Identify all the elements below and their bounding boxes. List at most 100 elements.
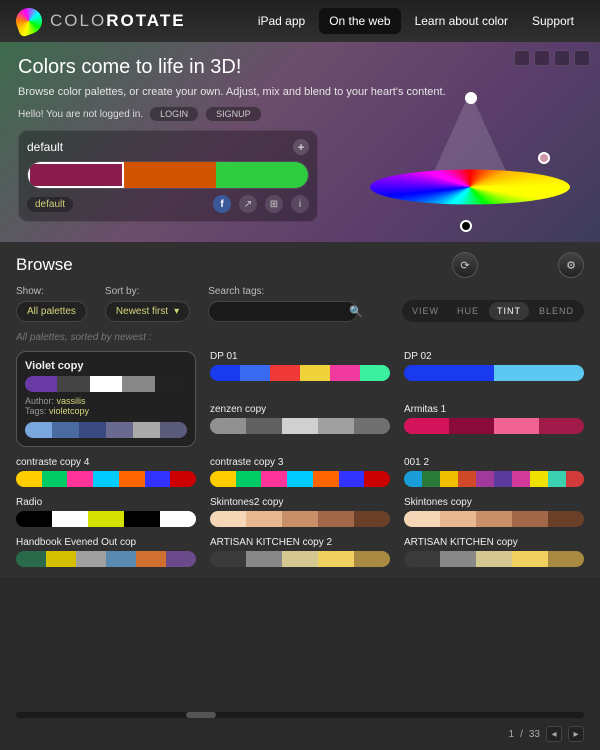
palette-name: contraste copy 4: [16, 457, 196, 468]
featured-palette[interactable]: Violet copyAuthor: vassilisTags: violetc…: [16, 351, 196, 447]
nav-learn[interactable]: Learn about color: [405, 8, 518, 34]
palette-card[interactable]: contraste copy 4: [16, 457, 196, 487]
palette-name: Violet copy: [25, 360, 187, 372]
palette-card[interactable]: DP 02: [404, 351, 584, 394]
page-current: 1: [509, 729, 515, 740]
contrast-icon[interactable]: [534, 50, 550, 66]
color-3d-visualization[interactable]: [360, 92, 580, 232]
palette-swatch[interactable]: [25, 422, 187, 438]
palette-name: default: [27, 140, 63, 154]
page-prev-button[interactable]: ◂: [546, 726, 562, 742]
browse-status: All palettes, sorted by newest :: [16, 332, 584, 343]
palette-card[interactable]: ARTISAN KITCHEN copy 2: [210, 537, 390, 567]
palette-swatch[interactable]: [25, 376, 187, 392]
palette-name: DP 01: [210, 351, 390, 362]
swatch-1[interactable]: [124, 162, 216, 188]
page-sep: /: [520, 729, 523, 740]
facebook-icon[interactable]: f: [213, 195, 231, 213]
color-disc: [370, 170, 570, 205]
palette-swatch[interactable]: [210, 418, 390, 434]
palette-card[interactable]: Handbook Evened Out cop: [16, 537, 196, 567]
add-color-button[interactable]: +: [293, 139, 309, 155]
refresh-button[interactable]: ⟳: [452, 252, 478, 278]
palette-swatch[interactable]: [404, 551, 584, 567]
palette-name: contraste copy 3: [210, 457, 390, 468]
page-next-button[interactable]: ▸: [568, 726, 584, 742]
palette-swatch[interactable]: [16, 551, 196, 567]
palette-swatch[interactable]: [16, 471, 196, 487]
chevron-down-icon: ▾: [174, 306, 179, 317]
settings-button[interactable]: ⚙: [558, 252, 584, 278]
sort-label: Sort by:: [105, 286, 190, 297]
expand-icon[interactable]: [574, 50, 590, 66]
palette-name: DP 02: [404, 351, 584, 362]
browse-heading: Browse: [16, 255, 73, 275]
palette-swatch[interactable]: [210, 511, 390, 527]
palette-card[interactable]: Skintones copy: [404, 497, 584, 527]
palette-card[interactable]: 001 2: [404, 457, 584, 487]
palette-name: Skintones copy: [404, 497, 584, 508]
palette-name: Radio: [16, 497, 196, 508]
sort-select[interactable]: Newest first ▾: [105, 301, 190, 322]
palette-swatch[interactable]: [404, 511, 584, 527]
view-controls: [514, 50, 590, 66]
info-icon[interactable]: i: [291, 195, 309, 213]
palette-card[interactable]: contraste copy 3: [210, 457, 390, 487]
current-palette: default + default f ↗ ⊞ i: [18, 130, 318, 222]
swatch-0[interactable]: [28, 162, 124, 188]
palette-card[interactable]: DP 01: [210, 351, 390, 394]
search-filter: Search tags: 🔍: [208, 286, 358, 322]
mode-view[interactable]: VIEW: [404, 302, 447, 320]
sort-filter: Sort by: Newest first ▾: [105, 286, 190, 322]
palette-swatch[interactable]: [404, 418, 584, 434]
brightness-icon[interactable]: [514, 50, 530, 66]
header: COLOROTATE iPad app On the web Learn abo…: [0, 0, 600, 42]
logo-text-bold: ROTATE: [106, 11, 185, 31]
mode-tint[interactable]: TINT: [489, 302, 529, 320]
logo-text-thin: COLO: [50, 11, 106, 31]
palette-tag[interactable]: default: [27, 197, 73, 212]
palette-swatch[interactable]: [210, 551, 390, 567]
palette-swatch[interactable]: [210, 471, 390, 487]
search-input-wrap: 🔍: [208, 301, 358, 322]
auth-msg: Hello! You are not logged in.: [18, 109, 143, 120]
palette-bar[interactable]: [27, 161, 309, 189]
nav-support[interactable]: Support: [522, 8, 584, 34]
handle-top[interactable]: [465, 92, 477, 104]
palette-card[interactable]: zenzen copy: [210, 404, 390, 447]
palette-name: Armitas 1: [404, 404, 584, 415]
nav-ipad[interactable]: iPad app: [248, 8, 315, 34]
swatch-2[interactable]: [216, 162, 308, 188]
grid-icon[interactable]: ⊞: [265, 195, 283, 213]
reset-icon[interactable]: [554, 50, 570, 66]
logo-icon: [12, 4, 45, 37]
palette-card[interactable]: Radio: [16, 497, 196, 527]
palette-card[interactable]: Armitas 1: [404, 404, 584, 447]
show-select[interactable]: All palettes: [16, 301, 87, 322]
search-icon[interactable]: 🔍: [349, 305, 363, 318]
login-button[interactable]: LOGIN: [149, 106, 199, 122]
nav-web[interactable]: On the web: [319, 8, 400, 34]
hero-title: Colors come to life in 3D!: [18, 56, 582, 79]
palette-card[interactable]: Skintones2 copy: [210, 497, 390, 527]
share-icon[interactable]: ↗: [239, 195, 257, 213]
palette-card[interactable]: ARTISAN KITCHEN copy: [404, 537, 584, 567]
mode-tabs: VIEW HUE TINT BLEND: [402, 300, 584, 322]
palette-name: Skintones2 copy: [210, 497, 390, 508]
search-input[interactable]: [217, 306, 349, 317]
signup-button[interactable]: SIGNUP: [205, 106, 262, 122]
handle-right[interactable]: [538, 152, 550, 164]
main-nav: iPad app On the web Learn about color Su…: [248, 8, 584, 34]
scrollbar-thumb[interactable]: [186, 712, 216, 718]
show-filter: Show: All palettes: [16, 286, 87, 322]
mode-hue[interactable]: HUE: [449, 302, 487, 320]
palette-swatch[interactable]: [404, 365, 584, 381]
palette-name: 001 2: [404, 457, 584, 468]
horizontal-scrollbar[interactable]: [16, 712, 584, 718]
palette-swatch[interactable]: [16, 511, 196, 527]
palette-swatch[interactable]: [210, 365, 390, 381]
handle-bottom[interactable]: [460, 220, 472, 232]
mode-blend[interactable]: BLEND: [531, 302, 582, 320]
palette-swatch[interactable]: [404, 471, 584, 487]
palette-name: ARTISAN KITCHEN copy: [404, 537, 584, 548]
